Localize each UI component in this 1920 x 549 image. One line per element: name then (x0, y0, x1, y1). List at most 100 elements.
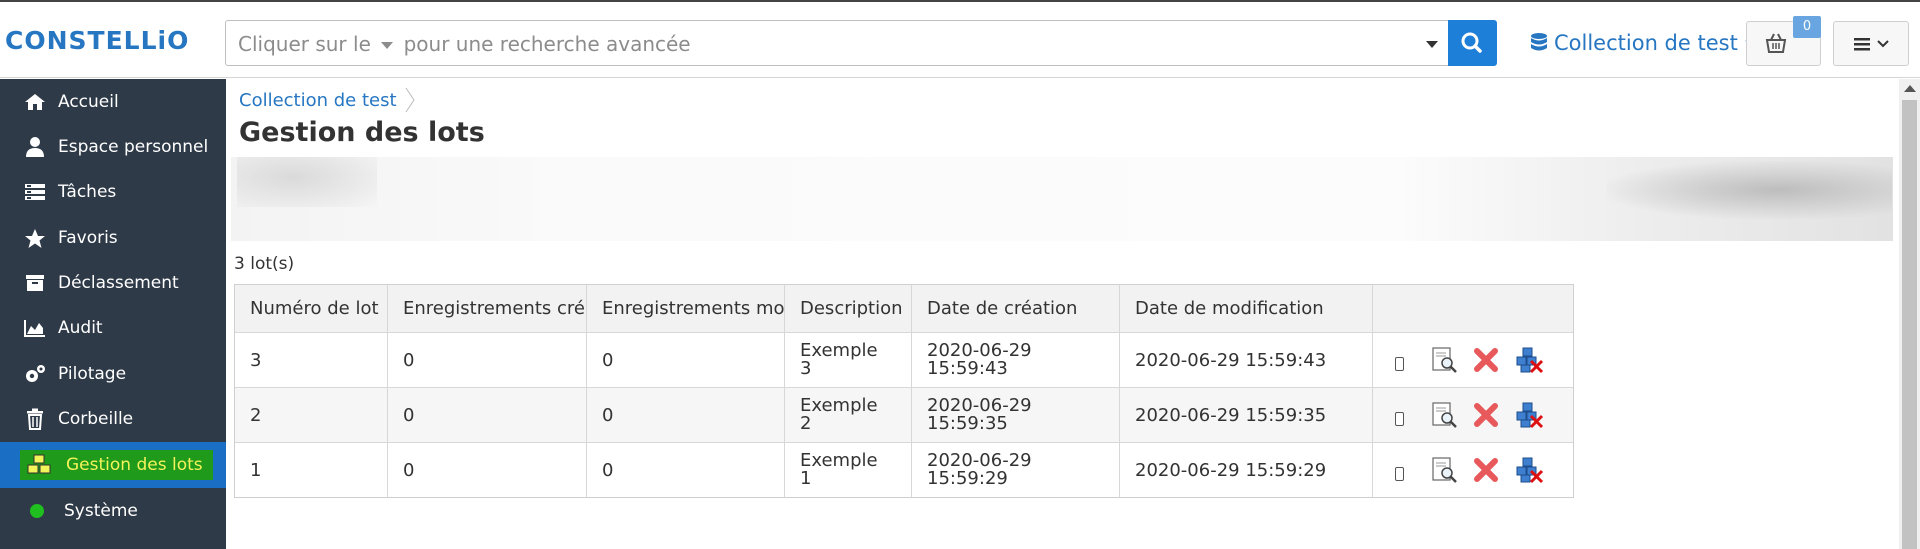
status-dot-icon (24, 500, 50, 522)
cubes-delete-icon (1516, 402, 1544, 429)
column-header-description[interactable]: Description (785, 285, 912, 332)
main-content: Collection de test Gestion des lots 3 lo… (227, 79, 1900, 549)
search-icon (1461, 32, 1482, 53)
sidebar-item-label: Espace personnel (58, 137, 209, 157)
row-checkbox[interactable] (1395, 467, 1404, 481)
user-icon (22, 136, 48, 158)
breadcrumb: Collection de test (239, 87, 415, 113)
hamburger-icon (1854, 37, 1870, 50)
sidebar-item-audit[interactable]: Audit (0, 306, 226, 350)
sidebar-item-espace-personnel[interactable]: Espace personnel (0, 125, 226, 169)
cell-numero: 2 (235, 388, 388, 442)
table-row: 3 0 0 Exemple 3 2020-06-29 15:59:43 2020-0… (235, 333, 1573, 388)
cell-date-creation: 2020-06-29 15:59:43 (912, 333, 1120, 387)
lots-table: Numéro de lot Enregistrements créé Enreg… (234, 284, 1574, 498)
sidebar-item-gestion-des-lots[interactable]: Gestion des lots (0, 442, 226, 488)
cell-date-creation: 2020-06-29 15:59:35 (912, 388, 1120, 442)
cell-numero: 1 (235, 443, 388, 497)
table-row: 2 0 0 Exemple 2 2020-06-29 15:59:35 2020-0… (235, 388, 1573, 443)
sidebar-item-label: Favoris (58, 228, 118, 248)
main-menu-button[interactable] (1833, 21, 1909, 66)
cell-description: Exemple 3 (785, 333, 912, 387)
view-details-icon (1432, 402, 1457, 428)
cell-actions (1373, 388, 1573, 442)
row-checkbox[interactable] (1395, 357, 1404, 371)
sidebar-item-favoris[interactable]: Favoris (0, 216, 226, 260)
cell-crees: 0 (388, 443, 587, 497)
cell-modifies: 0 (587, 333, 785, 387)
sidebar: Accueil Espace personnel Tâches Favoris … (0, 79, 226, 549)
column-header-date-creation[interactable]: Date de création (912, 285, 1120, 332)
cell-date-modification: 2020-06-29 15:59:43 (1120, 333, 1373, 387)
sidebar-item-taches[interactable]: Tâches (0, 170, 226, 214)
rollback-button[interactable] (1514, 400, 1544, 430)
column-header-actions (1373, 285, 1573, 332)
sidebar-item-pilotage[interactable]: Pilotage (0, 352, 226, 396)
breadcrumb-link[interactable]: Collection de test (239, 90, 397, 111)
delete-icon (1474, 458, 1498, 482)
cell-crees: 0 (388, 333, 587, 387)
row-checkbox[interactable] (1395, 412, 1404, 426)
app-logo[interactable]: CONSTELLiO (5, 26, 189, 55)
cell-actions (1373, 443, 1573, 497)
column-header-modifies[interactable]: Enregistrements moc (587, 285, 785, 332)
sidebar-item-label: Accueil (58, 92, 119, 112)
sidebar-item-label: Système (64, 501, 138, 521)
star-icon (22, 227, 48, 249)
home-icon (22, 91, 48, 113)
chevron-down-icon (1877, 39, 1889, 47)
cell-date-creation: 2020-06-29 15:59:29 (912, 443, 1120, 497)
archive-icon (22, 272, 48, 294)
search-placeholder: Cliquer sur le pour une recherche avancé… (238, 32, 691, 56)
column-header-numero[interactable]: Numéro de lot (235, 285, 388, 332)
area-chart-icon (22, 317, 48, 339)
active-item-highlight: Gestion des lots (20, 450, 213, 480)
rollback-button[interactable] (1514, 345, 1544, 375)
rollback-button[interactable] (1514, 455, 1544, 485)
scroll-up-arrow-icon[interactable] (1904, 85, 1916, 92)
advanced-search-toggle[interactable] (1426, 41, 1438, 48)
view-button[interactable] (1430, 400, 1458, 430)
blurred-element (1607, 161, 1892, 219)
sidebar-item-label: Audit (58, 318, 103, 338)
search-input[interactable]: Cliquer sur le pour une recherche avancé… (225, 20, 1449, 66)
sidebar-item-label: Pilotage (58, 364, 127, 384)
view-button[interactable] (1430, 345, 1458, 375)
cubes-delete-icon (1516, 457, 1544, 484)
view-details-icon (1432, 457, 1457, 483)
cell-modifies: 0 (587, 443, 785, 497)
cubes-delete-icon (1516, 347, 1544, 374)
lot-count: 3 lot(s) (234, 254, 295, 274)
collection-selector[interactable]: Collection de test (1530, 28, 1758, 58)
sidebar-item-label: Corbeille (58, 409, 134, 429)
top-border (0, 0, 1920, 2)
view-button[interactable] (1430, 455, 1458, 485)
collection-label: Collection de test (1554, 31, 1738, 55)
sidebar-item-declassement[interactable]: Déclassement (0, 261, 226, 305)
delete-icon (1474, 403, 1498, 427)
delete-button[interactable] (1472, 345, 1500, 375)
sidebar-item-label: Déclassement (58, 273, 179, 293)
sidebar-item-systeme[interactable]: Système (0, 489, 226, 533)
tasks-icon (22, 181, 48, 203)
database-icon (1531, 33, 1547, 51)
delete-button[interactable] (1472, 400, 1500, 430)
breadcrumb-separator-icon (405, 87, 415, 113)
cell-numero: 3 (235, 333, 388, 387)
basket-count-badge: 0 (1793, 16, 1821, 38)
cell-description: Exemple 2 (785, 388, 912, 442)
cubes-icon (26, 454, 54, 476)
column-header-crees[interactable]: Enregistrements créé (388, 285, 587, 332)
delete-icon (1474, 348, 1498, 372)
sidebar-item-label: Gestion des lots (66, 455, 203, 475)
page-title: Gestion des lots (239, 117, 485, 148)
cell-actions (1373, 333, 1573, 387)
scrollbar-thumb[interactable] (1902, 100, 1917, 549)
sidebar-item-accueil[interactable]: Accueil (0, 80, 226, 124)
cell-crees: 0 (388, 388, 587, 442)
search-button[interactable] (1448, 20, 1497, 66)
caret-down-icon (381, 42, 394, 49)
delete-button[interactable] (1472, 455, 1500, 485)
column-header-date-modification[interactable]: Date de modification (1120, 285, 1373, 332)
sidebar-item-corbeille[interactable]: Corbeille (0, 397, 226, 441)
